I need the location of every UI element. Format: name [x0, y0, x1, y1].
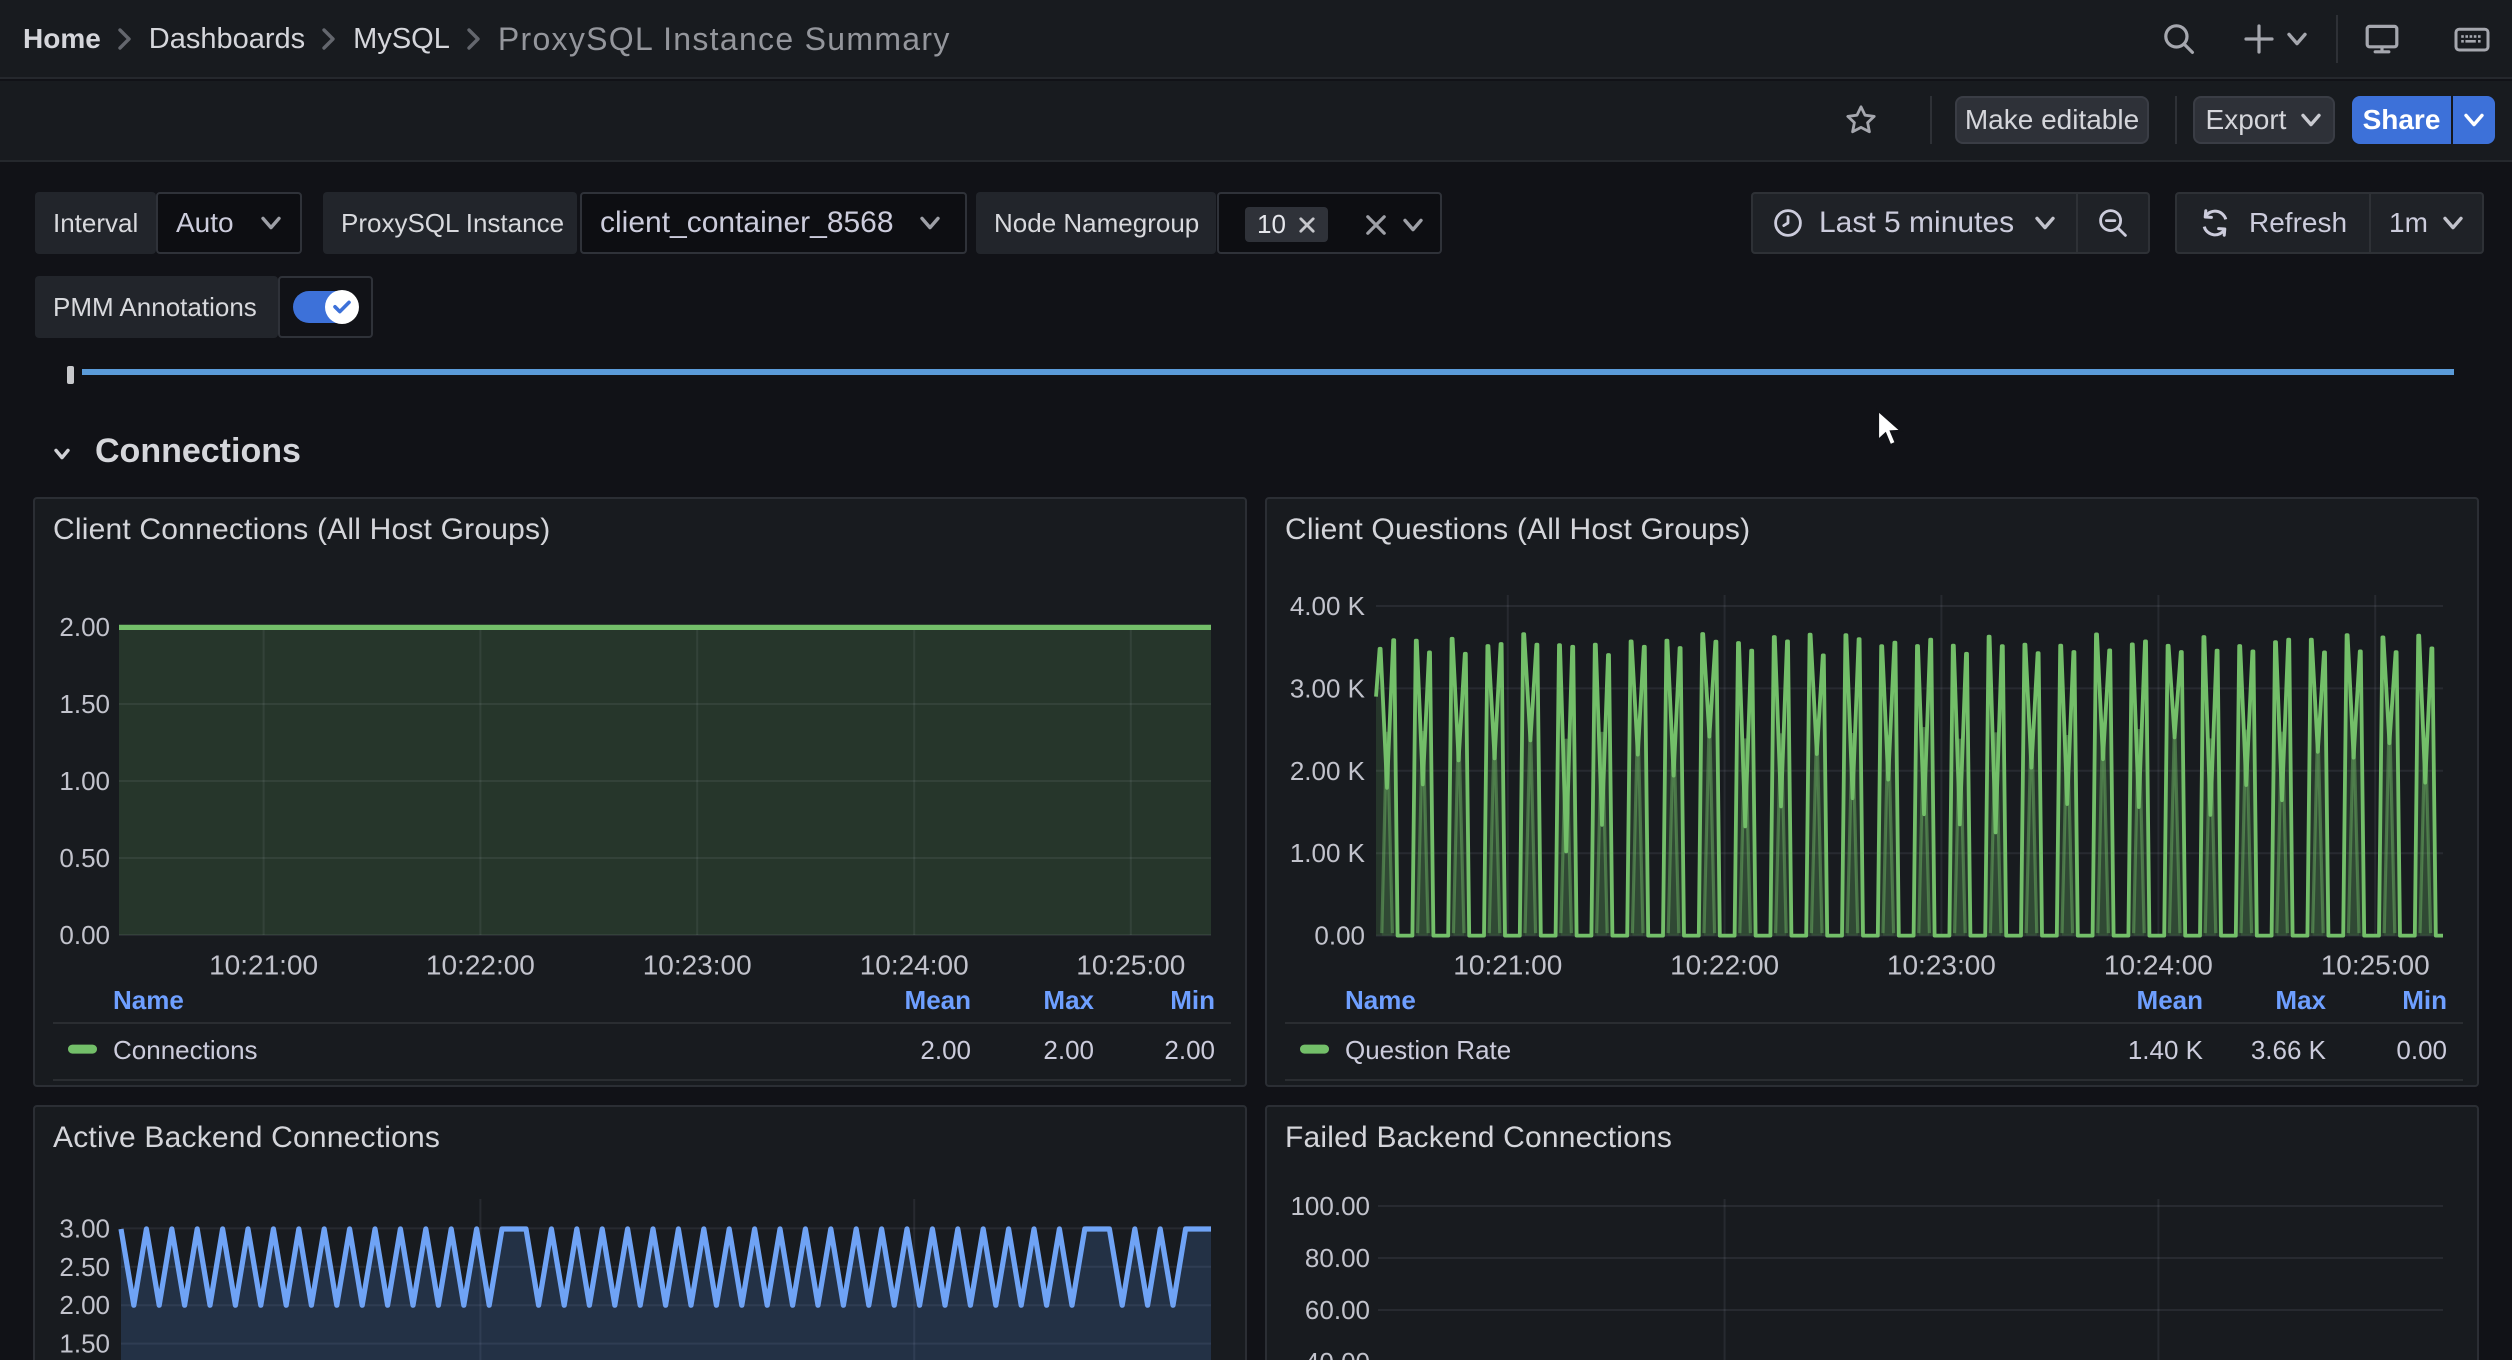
- svg-text:1.00 K: 1.00 K: [1290, 838, 1366, 868]
- svg-text:10:21:00: 10:21:00: [209, 950, 318, 981]
- svg-text:4.00 K: 4.00 K: [1290, 591, 1366, 621]
- svg-text:0.50: 0.50: [59, 843, 110, 873]
- svg-text:1.50: 1.50: [59, 1329, 110, 1359]
- svg-text:1.50: 1.50: [59, 689, 110, 719]
- svg-text:1.00: 1.00: [59, 766, 110, 796]
- svg-text:Connections: Connections: [113, 1035, 258, 1065]
- svg-text:40.00: 40.00: [1305, 1347, 1370, 1360]
- svg-text:3.00 K: 3.00 K: [1290, 673, 1366, 703]
- svg-text:10:25:00: 10:25:00: [1076, 950, 1185, 981]
- svg-text:0.00: 0.00: [59, 920, 110, 950]
- svg-text:2.00: 2.00: [920, 1035, 971, 1065]
- svg-text:Question Rate: Question Rate: [1345, 1035, 1511, 1065]
- svg-text:Name: Name: [113, 985, 184, 1015]
- svg-text:10:22:00: 10:22:00: [426, 950, 535, 981]
- svg-text:2.00: 2.00: [59, 1290, 110, 1320]
- svg-text:80.00: 80.00: [1305, 1243, 1370, 1273]
- svg-text:10:24:00: 10:24:00: [860, 950, 969, 981]
- svg-text:1.40 K: 1.40 K: [2128, 1035, 2204, 1065]
- svg-text:Max: Max: [1043, 985, 1094, 1015]
- svg-text:10:22:00: 10:22:00: [1670, 950, 1779, 981]
- svg-text:Mean: Mean: [905, 985, 971, 1015]
- svg-text:Max: Max: [2275, 985, 2326, 1015]
- svg-text:Name: Name: [1345, 985, 1416, 1015]
- svg-text:3.66 K: 3.66 K: [2251, 1035, 2327, 1065]
- svg-text:2.50: 2.50: [59, 1252, 110, 1282]
- svg-text:3.00: 3.00: [59, 1213, 110, 1243]
- svg-text:60.00: 60.00: [1305, 1295, 1370, 1325]
- svg-text:2.00: 2.00: [1043, 1035, 1094, 1065]
- svg-text:10:23:00: 10:23:00: [1887, 950, 1996, 981]
- svg-text:10:24:00: 10:24:00: [2104, 950, 2213, 981]
- svg-text:0.00: 0.00: [2396, 1035, 2447, 1065]
- svg-text:Min: Min: [1170, 985, 1215, 1015]
- svg-text:10:25:00: 10:25:00: [2321, 950, 2430, 981]
- svg-text:10:21:00: 10:21:00: [1453, 950, 1562, 981]
- svg-text:100.00: 100.00: [1290, 1191, 1370, 1221]
- svg-text:Min: Min: [2402, 985, 2447, 1015]
- svg-text:2.00: 2.00: [1164, 1035, 1215, 1065]
- svg-text:0.00: 0.00: [1314, 921, 1365, 951]
- svg-text:2.00: 2.00: [59, 612, 110, 642]
- svg-text:2.00 K: 2.00 K: [1290, 756, 1366, 786]
- svg-text:Mean: Mean: [2137, 985, 2203, 1015]
- svg-text:10:23:00: 10:23:00: [643, 950, 752, 981]
